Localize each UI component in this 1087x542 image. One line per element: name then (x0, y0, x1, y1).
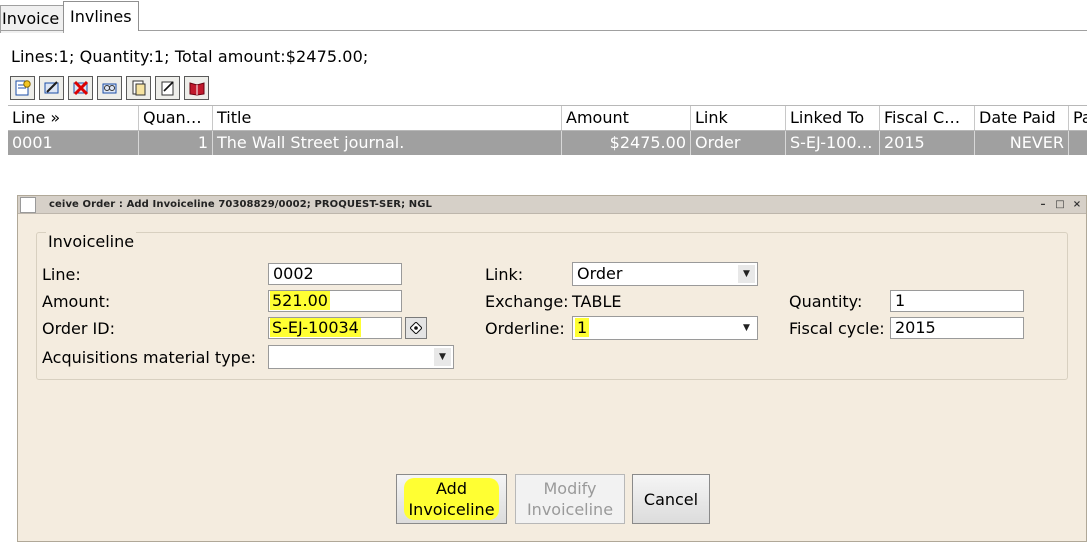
chevron-down-icon: ▼ (738, 265, 755, 283)
notes-icon[interactable] (155, 76, 180, 100)
lookup-icon (410, 322, 422, 334)
column-header-date-paid[interactable]: Date Paid (975, 106, 1069, 130)
group-label: Invoiceline (46, 232, 137, 251)
book-icon[interactable] (184, 76, 209, 100)
delete-line-icon[interactable] (68, 76, 93, 100)
exchange-value: TABLE (572, 292, 622, 311)
chevron-down-icon: ▼ (434, 348, 451, 366)
amount-field[interactable]: 521.00 (268, 290, 402, 312)
acq-material-type-label: Acquisitions material type: (42, 348, 257, 367)
add-invoiceline-button[interactable]: Add Invoiceline (396, 474, 507, 524)
column-header-linked-to[interactable]: Linked To (786, 106, 880, 130)
cell-fiscal-cycle: 2015 (880, 131, 975, 155)
cell-line: 0001 (8, 131, 139, 155)
cell-linked-to: S-EJ-100… (786, 131, 880, 155)
tab-bar: Invoice Invlines (0, 0, 1087, 33)
order-lookup-button[interactable] (405, 317, 427, 339)
dialog-title: ceive Order : Add Invoiceline 70308829/0… (49, 199, 433, 210)
tab-invlines[interactable]: Invlines (63, 1, 139, 31)
modify-invoiceline-button[interactable]: Modify Invoiceline (515, 474, 625, 524)
fiscal-cycle-field[interactable]: 2015 (890, 317, 1024, 339)
window-icon (20, 197, 36, 213)
chevron-down-icon: ▼ (738, 319, 755, 337)
tab-invoice[interactable]: Invoice (0, 5, 64, 33)
line-label: Line: (42, 265, 81, 284)
add-invoiceline-dialog: ceive Order : Add Invoiceline 70308829/0… (17, 195, 1087, 542)
modify-invoiceline-label: Modify Invoiceline (526, 479, 614, 519)
tab-divider (0, 30, 1087, 31)
cell-title: The Wall Street journal. (213, 131, 562, 155)
column-header-link[interactable]: Link (691, 106, 786, 130)
link-select[interactable]: Order ▼ (572, 262, 758, 286)
quantity-label: Quantity: (789, 292, 863, 311)
cell-quantity: 1 (139, 131, 213, 155)
amount-label: Amount: (42, 292, 111, 311)
invoice-lines-table: Line » Quan… Title Amount Link Linked To… (8, 105, 1087, 155)
copy-icon[interactable] (126, 76, 151, 100)
amount-value: 521.00 (270, 291, 330, 310)
order-id-field[interactable]: S-EJ-10034 (268, 317, 402, 339)
close-icon[interactable]: × (1072, 196, 1082, 214)
column-header-fiscal-cycle[interactable]: Fiscal C… (880, 106, 975, 130)
add-invoiceline-label: Add Invoiceline (404, 478, 499, 520)
cell-link: Order (691, 131, 786, 155)
column-header-title[interactable]: Title (213, 106, 562, 130)
column-header-quantity[interactable]: Quan… (139, 106, 213, 130)
column-header-amount[interactable]: Amount (562, 106, 691, 130)
line-field[interactable]: 0002 (268, 263, 402, 285)
window-controls: – □ × (1038, 196, 1082, 214)
dialog-title-bar[interactable]: ceive Order : Add Invoiceline 70308829/0… (18, 196, 1086, 214)
minimize-icon[interactable]: – (1038, 196, 1048, 214)
link-order-icon[interactable] (97, 76, 122, 100)
orderline-value: 1 (575, 318, 590, 337)
quantity-field[interactable]: 1 (890, 290, 1024, 312)
cell-amount: $2475.00 (562, 131, 691, 155)
order-id-label: Order ID: (42, 319, 115, 338)
table-header: Line » Quan… Title Amount Link Linked To… (8, 105, 1087, 131)
link-label: Link: (485, 265, 524, 284)
maximize-icon[interactable]: □ (1055, 196, 1065, 214)
column-header-line[interactable]: Line » (8, 106, 139, 130)
cell-paid (1069, 131, 1087, 155)
order-id-value: S-EJ-10034 (270, 318, 361, 337)
orderline-select[interactable]: 1 ▼ (572, 316, 758, 340)
cell-date-paid: NEVER (975, 131, 1069, 155)
invlines-summary: Lines:1; Quantity:1; Total amount:$2475.… (11, 47, 369, 66)
exchange-label: Exchange: (485, 292, 569, 311)
link-value: Order (577, 264, 623, 283)
add-line-icon[interactable] (10, 76, 35, 100)
fiscal-cycle-label: Fiscal cycle: (789, 319, 885, 338)
toolbar (10, 76, 209, 100)
column-header-paid[interactable]: Pa (1069, 106, 1087, 130)
cancel-button[interactable]: Cancel (632, 474, 710, 524)
acq-material-type-select[interactable]: ▼ (268, 345, 454, 369)
orderline-label: Orderline: (485, 319, 565, 338)
table-row[interactable]: 0001 1 The Wall Street journal. $2475.00… (8, 131, 1087, 155)
edit-line-icon[interactable] (39, 76, 64, 100)
